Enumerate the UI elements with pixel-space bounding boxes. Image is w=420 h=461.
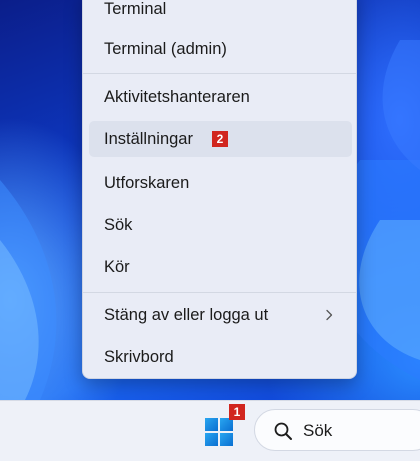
menu-item-shutdown-signout[interactable]: Stäng av eller logga ut	[89, 297, 352, 333]
menu-item-label: Inställningar	[104, 130, 193, 148]
search-icon	[274, 422, 292, 440]
menu-item-desktop[interactable]: Skrivbord	[89, 339, 352, 375]
menu-item-task-manager[interactable]: Aktivitetshanteraren	[89, 79, 352, 115]
menu-item-label: Sök	[104, 216, 133, 234]
menu-item-run[interactable]: Kör	[89, 249, 352, 285]
menu-separator	[83, 73, 356, 74]
taskbar-search-box[interactable]: Sök	[254, 409, 420, 451]
menu-item-label: Terminal (admin)	[104, 40, 227, 58]
menu-item-terminal-admin[interactable]: Terminal (admin)	[89, 31, 352, 67]
menu-item-label: Kör	[104, 258, 130, 276]
menu-item-terminal[interactable]: Terminal	[89, 0, 352, 27]
menu-item-file-explorer[interactable]: Utforskaren	[89, 165, 352, 201]
menu-item-label: Aktivitetshanteraren	[104, 88, 250, 106]
menu-item-label: Utforskaren	[104, 174, 190, 192]
step-badge-1: 1	[229, 404, 245, 420]
start-context-menu: Terminal Terminal (admin) Aktivitetshant…	[82, 0, 357, 379]
menu-item-settings[interactable]: Inställningar 2	[89, 121, 352, 157]
menu-item-label: Skrivbord	[104, 348, 174, 366]
step-badge-2: 2	[212, 131, 228, 147]
menu-item-label: Terminal	[104, 0, 167, 18]
windows-logo-icon	[205, 418, 233, 446]
menu-item-search[interactable]: Sök	[89, 207, 352, 243]
chevron-right-icon	[326, 309, 333, 321]
search-label: Sök	[303, 421, 333, 440]
menu-item-label: Stäng av eller logga ut	[104, 306, 269, 324]
menu-separator	[83, 292, 356, 293]
